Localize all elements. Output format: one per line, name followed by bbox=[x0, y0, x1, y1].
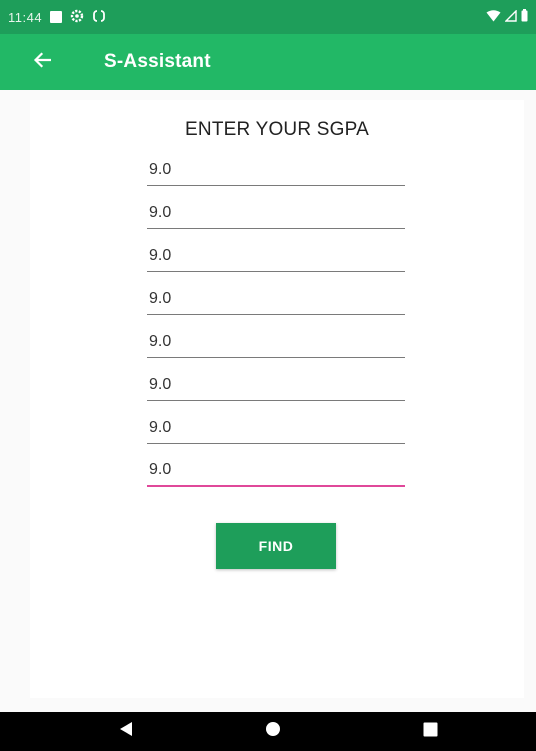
back-triangle-icon bbox=[119, 721, 133, 742]
notification-square-icon bbox=[50, 11, 63, 23]
arrow-left-icon bbox=[33, 51, 52, 73]
signal-icon bbox=[504, 8, 517, 25]
sgpa-input-3[interactable]: 9.0 bbox=[147, 242, 405, 272]
status-left: 11:44 bbox=[8, 8, 106, 26]
sgpa-input-1[interactable]: 9.0 bbox=[147, 156, 405, 186]
status-bar: 11:44 bbox=[0, 0, 536, 34]
home-circle-icon bbox=[265, 721, 281, 742]
app-bar: S-Assistant bbox=[0, 34, 536, 90]
nav-home-button[interactable] bbox=[243, 712, 303, 751]
sgpa-input-5[interactable]: 9.0 bbox=[147, 328, 405, 358]
sgpa-input-6[interactable]: 9.0 bbox=[147, 371, 405, 401]
sgpa-input-7[interactable]: 9.0 bbox=[147, 414, 405, 444]
screen: 11:44 S-Assistant ENTER YOUR SGPA 9.0 9.… bbox=[0, 0, 536, 751]
sync-icon bbox=[92, 8, 106, 26]
recents-square-icon bbox=[423, 722, 438, 742]
find-button[interactable]: FIND bbox=[216, 523, 336, 569]
wifi-icon bbox=[486, 9, 501, 25]
sgpa-input-2[interactable]: 9.0 bbox=[147, 199, 405, 229]
system-nav-bar bbox=[0, 712, 536, 751]
sgpa-input-4[interactable]: 9.0 bbox=[147, 285, 405, 315]
sgpa-form-card: ENTER YOUR SGPA 9.0 9.0 9.0 9.0 9.0 9.0 … bbox=[30, 100, 524, 698]
battery-icon bbox=[521, 9, 528, 25]
status-time: 11:44 bbox=[8, 9, 43, 25]
back-button[interactable] bbox=[14, 34, 70, 90]
nav-recents-button[interactable] bbox=[400, 712, 460, 751]
settings-icon bbox=[70, 9, 84, 26]
app-title: S-Assistant bbox=[104, 51, 211, 72]
status-right bbox=[486, 8, 528, 25]
nav-back-button[interactable] bbox=[96, 712, 156, 751]
form-heading: ENTER YOUR SGPA bbox=[185, 119, 369, 140]
sgpa-input-8[interactable]: 9.0 bbox=[147, 457, 405, 487]
